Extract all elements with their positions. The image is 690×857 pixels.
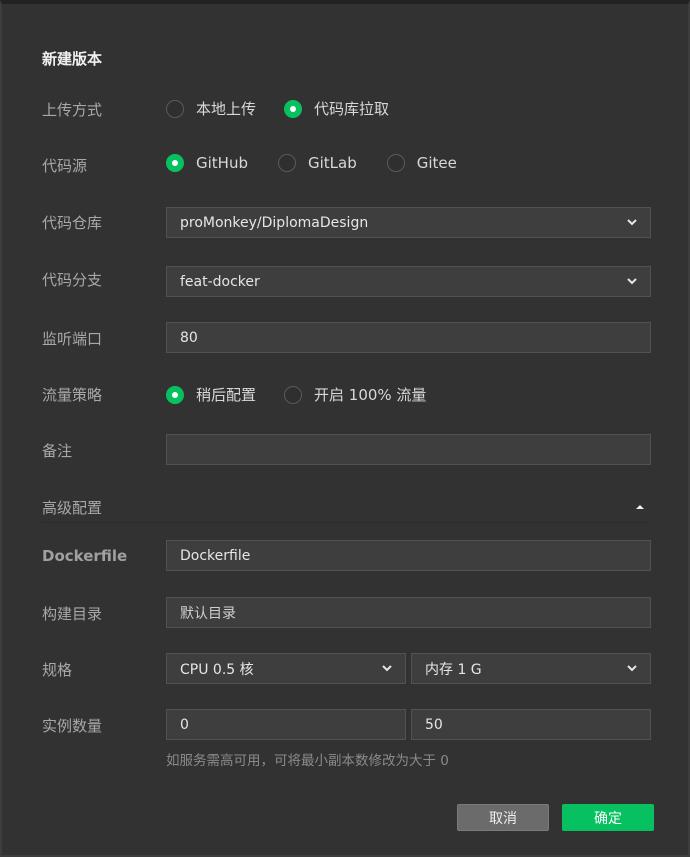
radio-checked-icon [284,99,303,118]
build-dir-label: 构建目录 [42,605,103,623]
input-value: 0 [180,716,189,733]
radio-circle-icon [277,154,296,172]
advanced-config-label: 高级配置 [42,499,103,517]
listen-port-label: 监听端口 [42,330,103,348]
memory-select[interactable]: 内存 1 G [411,653,651,684]
cpu-select[interactable]: CPU 0.5 核 [166,653,406,684]
code-branch-label: 代码分支 [42,271,103,289]
upload-method-radio-group: 本地上传 代码库拉取 [166,98,417,119]
select-value: CPU 0.5 核 [180,661,254,678]
select-value: proMonkey/DiplomaDesign [180,214,369,231]
cancel-button[interactable]: 取消 [457,804,549,831]
code-branch-select[interactable]: feat-docker [166,266,651,297]
radio-label: 代码库拉取 [314,100,390,118]
code-source-label: 代码源 [42,157,88,175]
code-source-radio-group: GitHub GitLab Gitee [166,154,485,172]
input-value: Dockerfile [180,547,251,564]
input-value: 50 [425,716,443,733]
radio-label: 本地上传 [196,100,257,118]
chevron-down-icon [627,219,637,226]
radio-configure-later[interactable]: 稍后配置 [166,384,256,405]
dockerfile-input[interactable]: Dockerfile [166,540,651,571]
select-value: feat-docker [180,273,260,290]
input-value: 80 [180,329,198,346]
radio-label: GitLab [307,154,357,172]
chevron-down-icon [627,278,637,285]
radio-gitee[interactable]: Gitee [386,154,457,172]
radio-checked-icon [166,154,184,172]
radio-circle-icon [166,99,184,118]
radio-github[interactable]: GitHub [166,154,248,172]
radio-full-traffic[interactable]: 开启 100% 流量 [284,384,426,405]
radio-local-upload[interactable]: 本地上传 [166,98,256,119]
radio-repo-pull[interactable]: 代码库拉取 [284,98,389,119]
dialog-title: 新建版本 [42,50,103,68]
radio-label: GitHub [196,154,248,172]
upload-method-label: 上传方式 [42,101,103,119]
radio-label: 稍后配置 [196,386,257,404]
build-dir-input[interactable]: 默认目录 [166,597,651,628]
spec-label: 规格 [42,661,73,679]
input-placeholder: 默认目录 [180,605,236,622]
listen-port-input[interactable]: 80 [166,322,651,353]
dockerfile-label: Dockerfile [42,547,128,565]
traffic-policy-label: 流量策略 [42,386,103,404]
radio-circle-icon [284,385,303,404]
chevron-down-icon [627,665,637,672]
remark-input[interactable] [166,434,651,465]
code-repo-select[interactable]: proMonkey/DiplomaDesign [166,207,651,238]
traffic-policy-radio-group: 稍后配置 开启 100% 流量 [166,384,454,405]
instance-max-input[interactable]: 50 [411,709,651,740]
section-divider [42,522,650,523]
remark-label: 备注 [42,442,73,460]
code-repo-label: 代码仓库 [42,214,103,232]
radio-label: 开启 100% 流量 [314,386,427,404]
radio-circle-icon [386,154,405,172]
select-value: 内存 1 G [425,661,482,678]
instance-hint-text: 如服务需高可用，可将最小副本数修改为大于 0 [166,753,449,769]
confirm-button[interactable]: 确定 [562,804,654,831]
new-version-dialog: 新建版本 上传方式 本地上传 代码库拉取 代码源 GitHub GitLab G… [0,0,690,857]
instance-count-label: 实例数量 [42,717,103,735]
radio-label: Gitee [416,154,457,172]
caret-up-icon[interactable] [635,503,645,511]
chevron-down-icon [382,665,392,672]
radio-checked-icon [166,385,184,404]
radio-gitlab[interactable]: GitLab [277,154,357,172]
instance-min-input[interactable]: 0 [166,709,406,740]
